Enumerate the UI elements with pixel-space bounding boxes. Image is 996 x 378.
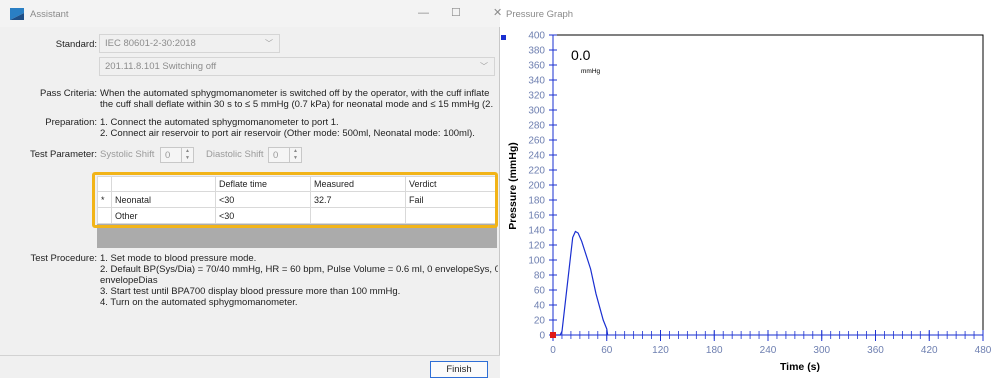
y-tick-label: 380 — [528, 46, 545, 57]
preparation-label: Preparation: — [45, 117, 97, 128]
pressure-readout-unit: mmHg — [581, 68, 601, 75]
series-marker-icon — [501, 35, 506, 40]
test-parameter-label: Test Parameter: — [29, 149, 97, 160]
origin-marker — [550, 332, 556, 338]
y-tick-label: 140 — [528, 226, 545, 237]
x-tick-label: 0 — [550, 345, 556, 356]
chevron-down-icon: ﹀ — [480, 62, 488, 71]
procedure-line: 2. Default BP(Sys/Dia) = 70/40 mmHg, HR … — [100, 264, 498, 275]
x-tick-label: 240 — [760, 345, 777, 356]
chevron-down-icon: ﹀ — [265, 39, 273, 48]
y-tick-label: 300 — [528, 106, 545, 117]
spin-arrows-icon[interactable]: ▲ ▼ — [289, 148, 301, 162]
diastolic-shift-label: Diastolic Shift — [206, 149, 264, 160]
y-tick-label: 40 — [534, 301, 546, 312]
pass-criteria-label: Pass Criteria: — [39, 88, 97, 99]
pass-criteria-line: When the automated sphygmomanometer is s… — [100, 88, 490, 99]
systolic-shift-label: Systolic Shift — [100, 149, 155, 160]
procedure-line: 4. Turn on the automated sphygmomanomete… — [100, 297, 298, 308]
preparation-line: 2. Connect air reservoir to port air res… — [100, 128, 475, 139]
y-tick-label: 100 — [528, 256, 545, 267]
y-tick-label: 200 — [528, 181, 545, 192]
x-tick-label: 120 — [652, 345, 669, 356]
minimize-icon[interactable]: — — [418, 6, 429, 20]
y-tick-label: 340 — [528, 76, 545, 87]
systolic-shift-value: 0 — [165, 150, 171, 161]
y-tick-label: 20 — [534, 316, 546, 327]
plot-frame — [552, 34, 984, 336]
clause-select-value: 201.11.8.101 Switching off — [105, 61, 217, 72]
clause-select[interactable]: 201.11.8.101 Switching off ﹀ — [99, 57, 495, 76]
assistant-window-title: Assistant — [30, 9, 69, 20]
y-tick-label: 320 — [528, 91, 545, 102]
procedure-line: 1. Set mode to blood pressure mode. — [100, 253, 257, 264]
procedure-line: envelopeDias — [100, 275, 158, 286]
y-tick-label: 0 — [539, 331, 545, 342]
assistant-window: Assistant — ☐ Standard: IEC 80601-2-30:2… — [0, 0, 500, 378]
y-tick-label: 400 — [528, 31, 545, 42]
x-tick-label: 480 — [975, 345, 992, 356]
pressure-graph-window: ✕ Pressure Graph 0 20 40 60 80 100 120 140 160 18… — [493, 0, 996, 378]
y-axis-title: Pressure (mmHg) — [507, 142, 519, 230]
y-tick-label: 60 — [534, 286, 546, 297]
plot-area: 0 20 40 60 80 100 120 140 160 180 200 220 240 260 280 3… — [528, 31, 991, 357]
pressure-chart: 0 20 40 60 80 100 120 140 160 180 200 220 240 260 280 3… — [501, 31, 992, 373]
pressure-readout: 0.0 — [571, 47, 591, 63]
standard-select[interactable]: IEC 80601-2-30:2018 ﹀ — [99, 34, 280, 53]
y-tick-label: 180 — [528, 196, 545, 207]
y-tick-label: 160 — [528, 211, 545, 222]
finish-button[interactable]: Finish — [430, 361, 488, 378]
app-logo-icon — [10, 8, 24, 20]
y-tick-label: 220 — [528, 166, 545, 177]
x-tick-label: 360 — [867, 345, 884, 356]
y-tick-label: 80 — [534, 271, 546, 282]
results-highlight-box — [92, 172, 498, 228]
test-procedure-label: Test Procedure: — [30, 253, 97, 264]
pass-criteria-line: the cuff shall deflate within 30 s to ≤ … — [100, 99, 494, 110]
procedure-line: 3. Start test until BPA700 display blood… — [100, 286, 401, 297]
systolic-shift-stepper[interactable]: 0 ▲ ▼ — [160, 147, 194, 163]
x-tick-label: 60 — [601, 345, 613, 356]
assistant-title-bar: Assistant — ☐ — [0, 0, 500, 27]
x-tick-label: 180 — [706, 345, 723, 356]
y-tick-label: 120 — [528, 241, 545, 252]
y-tick-label: 240 — [528, 151, 545, 162]
preparation-line: 1. Connect the automated sphygmomanomete… — [100, 117, 339, 128]
assistant-footer — [0, 355, 500, 378]
diastolic-shift-value: 0 — [273, 150, 279, 161]
spin-arrows-icon[interactable]: ▲ ▼ — [181, 148, 193, 162]
diastolic-shift-stepper[interactable]: 0 ▲ ▼ — [268, 147, 302, 163]
y-tick-label: 360 — [528, 61, 545, 72]
y-tick-label: 260 — [528, 136, 545, 147]
x-axis-title: Time (s) — [780, 361, 820, 373]
x-tick-label: 300 — [813, 345, 830, 356]
standard-select-value: IEC 80601-2-30:2018 — [105, 38, 196, 49]
x-tick-label: 420 — [921, 345, 938, 356]
standard-label: Standard: — [55, 39, 97, 50]
maximize-icon[interactable]: ☐ — [451, 6, 461, 20]
y-tick-label: 280 — [528, 121, 545, 132]
